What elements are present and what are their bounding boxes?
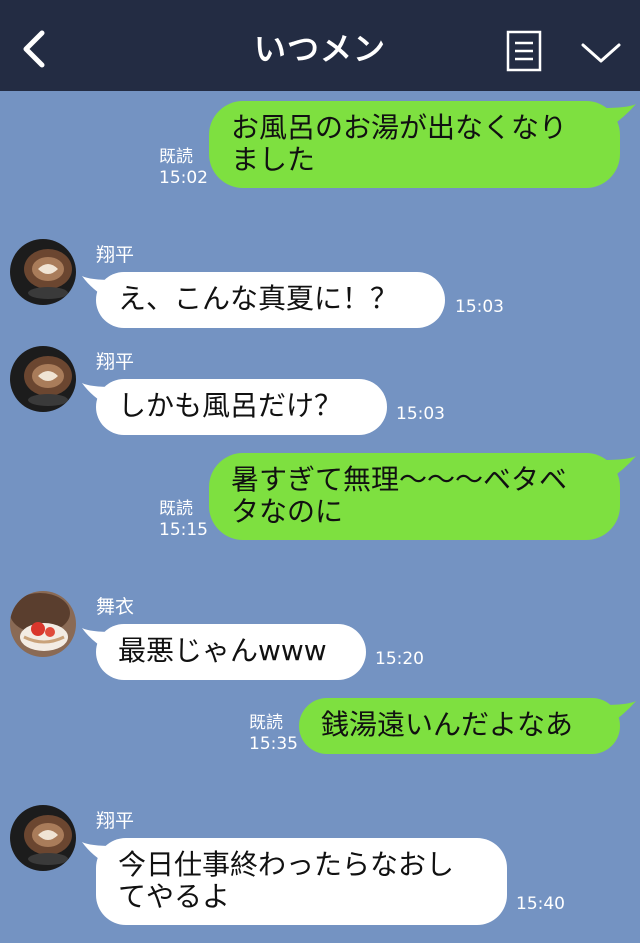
read-receipt: 既読 15:02	[159, 147, 208, 188]
avatar[interactable]	[10, 591, 76, 657]
avatar[interactable]	[10, 346, 76, 412]
message-bubble[interactable]: え、こんな真夏に！？	[96, 272, 445, 328]
message-time: 15:40	[516, 894, 565, 914]
read-receipt: 既読 15:35	[249, 713, 298, 754]
message-time: 15:03	[455, 297, 504, 317]
message-bubble[interactable]: 銭湯遠いんだよなあ	[299, 698, 620, 754]
chat-header: いつメン	[0, 0, 640, 91]
menu-icon[interactable]	[506, 30, 542, 72]
sender-name: 舞衣	[96, 596, 135, 618]
message-time: 15:03	[396, 404, 445, 424]
message-bubble[interactable]: しかも風呂だけ？	[96, 379, 387, 435]
sender-name: 翔平	[96, 351, 135, 373]
message-bubble[interactable]: 暑すぎて無理〜〜〜ベタベ タなのに	[209, 453, 620, 540]
chat-title: いつメン	[253, 30, 386, 68]
message-bubble[interactable]: お風呂のお湯が出なくなり ました	[209, 101, 620, 188]
avatar[interactable]	[10, 805, 76, 871]
message-bubble[interactable]: 最悪じゃんwww	[96, 624, 366, 680]
sender-name: 翔平	[96, 244, 135, 266]
avatar[interactable]	[10, 239, 76, 305]
sender-name: 翔平	[96, 810, 135, 832]
message-time: 15:20	[375, 649, 424, 669]
message-bubble[interactable]: 今日仕事終わったらなおし てやるよ	[96, 838, 507, 925]
read-receipt: 既読 15:15	[159, 499, 208, 540]
chevron-down-icon[interactable]	[580, 40, 622, 66]
